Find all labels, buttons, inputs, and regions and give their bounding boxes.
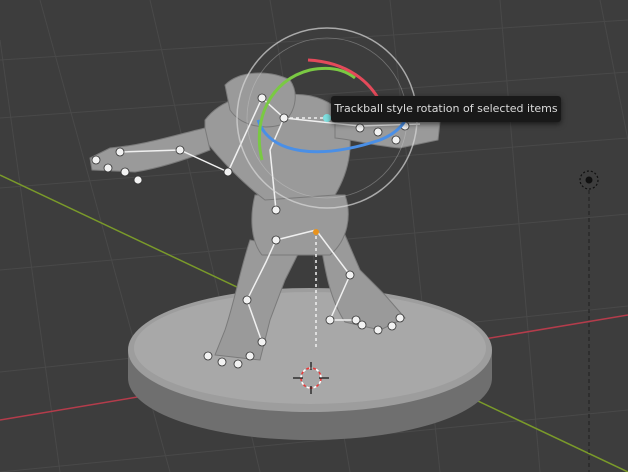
- 3d-viewport[interactable]: Trackball style rotation of selected ite…: [0, 0, 628, 472]
- active-bone-origin: [313, 229, 319, 235]
- viewport-scene[interactable]: [0, 0, 628, 472]
- base-disc[interactable]: [128, 288, 492, 440]
- gizmo-center-handle[interactable]: [323, 114, 331, 122]
- tooltip: Trackball style rotation of selected ite…: [331, 96, 561, 122]
